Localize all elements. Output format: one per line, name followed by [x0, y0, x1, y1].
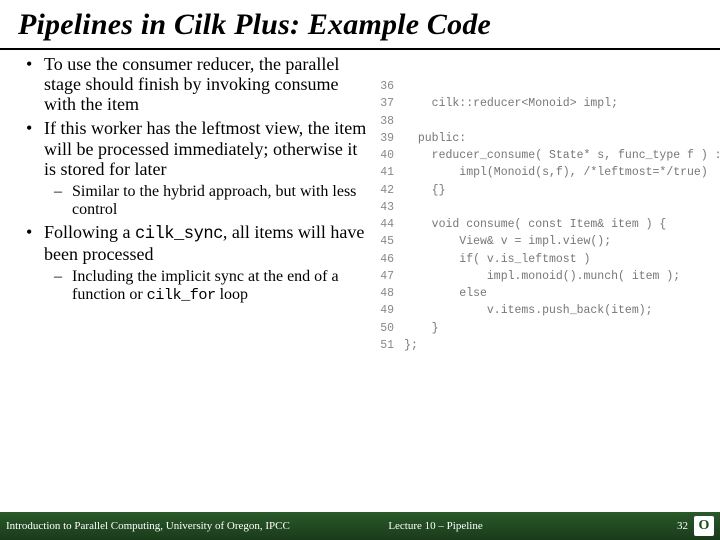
page-number: 32	[677, 520, 688, 532]
code-line: 36	[378, 78, 712, 95]
bullet-3-a: Following a	[44, 222, 135, 242]
line-number: 38	[378, 113, 404, 130]
line-number: 47	[378, 268, 404, 285]
line-number: 39	[378, 130, 404, 147]
line-number: 41	[378, 164, 404, 181]
code-line: 42 {}	[378, 182, 712, 199]
footer-mid: Lecture 10 – Pipeline	[388, 520, 654, 532]
line-number: 49	[378, 302, 404, 319]
code-text: View& v = impl.view();	[404, 233, 611, 250]
bullet-3: Following a cilk_sync, all items will ha…	[26, 222, 368, 304]
line-number: 40	[378, 147, 404, 164]
code-text: impl(Monoid(s,f), /*leftmost=*/true)	[404, 164, 708, 181]
bullet-2: If this worker has the leftmost view, th…	[26, 118, 368, 218]
line-number: 50	[378, 320, 404, 337]
bullet-3-sub-1-b: loop	[216, 286, 248, 303]
line-number: 37	[378, 95, 404, 112]
code-text: }	[404, 320, 439, 337]
footer: Introduction to Parallel Computing, Univ…	[0, 512, 720, 540]
line-number: 43	[378, 199, 404, 216]
code-text: impl.monoid().munch( item );	[404, 268, 680, 285]
code-line: 45 View& v = impl.view();	[378, 233, 712, 250]
code-line: 47 impl.monoid().munch( item );	[378, 268, 712, 285]
bullet-3-sub-1: Including the implicit sync at the end o…	[54, 268, 368, 303]
code-line: 37 cilk::reducer<Monoid> impl;	[378, 95, 712, 112]
uo-logo-icon: O	[694, 516, 714, 536]
code-text: public:	[404, 130, 466, 147]
line-number: 42	[378, 182, 404, 199]
code-line: 46 if( v.is_leftmost )	[378, 251, 712, 268]
code-text: void consume( const Item& item ) {	[404, 216, 666, 233]
code-column: 3637 cilk::reducer<Monoid> impl;3839 pub…	[374, 54, 712, 512]
line-number: 45	[378, 233, 404, 250]
code-listing: 3637 cilk::reducer<Monoid> impl;3839 pub…	[378, 78, 712, 354]
line-number: 44	[378, 216, 404, 233]
code-line: 50 }	[378, 320, 712, 337]
line-number: 36	[378, 78, 404, 95]
code-text: if( v.is_leftmost )	[404, 251, 590, 268]
line-number: 51	[378, 337, 404, 354]
code-line: 38	[378, 113, 712, 130]
footer-left: Introduction to Parallel Computing, Univ…	[6, 520, 388, 532]
line-number: 48	[378, 285, 404, 302]
bullet-3-code: cilk_sync	[135, 225, 223, 244]
code-line: 51};	[378, 337, 712, 354]
code-line: 48 else	[378, 285, 712, 302]
bullet-1: To use the consumer reducer, the paralle…	[26, 54, 368, 114]
slide-body: To use the consumer reducer, the paralle…	[0, 50, 720, 512]
text-column: To use the consumer reducer, the paralle…	[8, 54, 374, 512]
code-text: {}	[404, 182, 445, 199]
code-line: 44 void consume( const Item& item ) {	[378, 216, 712, 233]
bullet-2-text: If this worker has the leftmost view, th…	[44, 118, 366, 178]
code-line: 43	[378, 199, 712, 216]
code-text: v.items.push_back(item);	[404, 302, 652, 319]
code-text: cilk::reducer<Monoid> impl;	[404, 95, 618, 112]
line-number: 46	[378, 251, 404, 268]
code-text: reducer_consume( State* s, func_type f )…	[404, 147, 720, 164]
bullet-3-sub-1-code: cilk_for	[147, 286, 216, 304]
bullet-2-sub-1: Similar to the hybrid approach, but with…	[54, 183, 368, 218]
code-line: 40 reducer_consume( State* s, func_type …	[378, 147, 712, 164]
code-text: };	[404, 337, 418, 354]
code-text: else	[404, 285, 487, 302]
slide-title: Pipelines in Cilk Plus: Example Code	[0, 0, 720, 50]
code-line: 49 v.items.push_back(item);	[378, 302, 712, 319]
code-line: 39 public:	[378, 130, 712, 147]
code-line: 41 impl(Monoid(s,f), /*leftmost=*/true)	[378, 164, 712, 181]
